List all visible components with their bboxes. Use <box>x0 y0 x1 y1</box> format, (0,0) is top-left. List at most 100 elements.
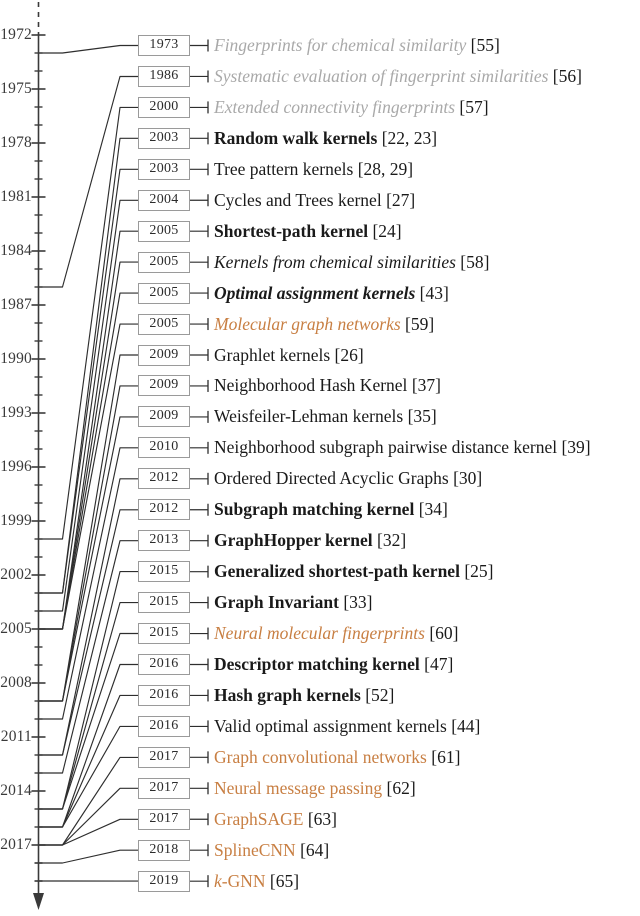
entry-label[interactable]: Random walk kernels [22, 23] <box>214 127 437 150</box>
entry-label[interactable]: Shortest-path kernel [24] <box>214 220 402 243</box>
entry-label[interactable]: Valid optimal assignment kernels [44] <box>214 715 480 738</box>
entry-title: Valid optimal assignment kernels <box>214 715 447 736</box>
entry-year-box[interactable]: 2015 <box>138 623 190 645</box>
entry-label[interactable]: Systematic evaluation of fingerprint sim… <box>214 65 582 88</box>
entry-label[interactable]: Ordered Directed Acyclic Graphs [30] <box>214 467 482 490</box>
entry-year-box[interactable]: 2003 <box>138 158 190 180</box>
entry-reference[interactable]: [27] <box>386 190 415 210</box>
entry-reference[interactable]: [34] <box>419 499 448 519</box>
entry-label[interactable]: Neighborhood subgraph pairwise distance … <box>214 436 591 459</box>
entry-label[interactable]: Neural message passing [62] <box>214 777 416 800</box>
entry-reference[interactable]: [30] <box>453 468 482 488</box>
entry-year-box[interactable]: 1986 <box>138 65 190 87</box>
entry-year-box[interactable]: 2005 <box>138 313 190 335</box>
entry-reference[interactable]: [52] <box>365 685 394 705</box>
entry-label[interactable]: Tree pattern kernels [28, 29] <box>214 158 413 181</box>
entry-year-box[interactable]: 2005 <box>138 282 190 304</box>
entry-year-box[interactable]: 2016 <box>138 715 190 737</box>
entry-year-box[interactable]: 2012 <box>138 499 190 521</box>
entry-label[interactable]: GraphSAGE [63] <box>214 808 337 831</box>
entry-year-box[interactable]: 2004 <box>138 189 190 211</box>
entry-reference[interactable]: [62] <box>387 778 416 798</box>
entry-reference[interactable]: [43] <box>420 283 449 303</box>
entry-label[interactable]: SplineCNN [64] <box>214 839 329 862</box>
entry-title: Weisfeiler-Lehman kernels <box>214 406 404 427</box>
entry-title: Optimal assignment kernels <box>214 282 416 303</box>
entry-reference[interactable]: [32] <box>377 530 406 550</box>
entry-label[interactable]: Extended connectivity fingerprints [57] <box>214 96 489 119</box>
entry-label[interactable]: Molecular graph networks [59] <box>214 313 434 336</box>
entry-year-box[interactable]: 2009 <box>138 406 190 428</box>
entry-reference[interactable]: [37] <box>412 375 441 395</box>
entry-reference[interactable]: [22, 23] <box>382 128 437 148</box>
timeline-row: 2005 Shortest-path kernel [24] <box>0 220 640 245</box>
entry-label[interactable]: Subgraph matching kernel [34] <box>214 498 448 521</box>
entry-label[interactable]: Neighborhood Hash Kernel [37] <box>214 374 441 397</box>
entry-title: Systematic evaluation of fingerprint sim… <box>214 65 549 86</box>
entry-reference[interactable]: [44] <box>451 716 480 736</box>
entry-label[interactable]: Graph Invariant [33] <box>214 591 372 614</box>
entry-year-box[interactable]: 2010 <box>138 437 190 459</box>
timeline-row: 2015 Graph Invariant [33] <box>0 592 640 616</box>
entry-label[interactable]: Generalized shortest-path kernel [25] <box>214 560 493 583</box>
timeline-row: 2017 Graph convolutional networks [61] <box>0 746 640 771</box>
entry-reference[interactable]: [64] <box>300 840 329 860</box>
entry-year-box[interactable]: 2015 <box>138 561 190 583</box>
entry-year-box[interactable]: 2009 <box>138 375 190 397</box>
entry-label[interactable]: Cycles and Trees kernel [27] <box>214 189 415 212</box>
entry-reference[interactable]: [55] <box>471 35 500 55</box>
entry-title: Graphlet kernels <box>214 344 331 365</box>
entry-title: GraphHopper kernel <box>214 530 373 551</box>
entry-reference[interactable]: [59] <box>405 314 434 334</box>
entry-reference[interactable]: [58] <box>460 252 489 272</box>
timeline-row: 1973 Fingerprints for chemical similarity… <box>0 35 640 59</box>
entry-reference[interactable]: [28, 29] <box>358 159 413 179</box>
entry-reference[interactable]: [65] <box>270 871 299 891</box>
entry-reference[interactable]: [25] <box>464 561 493 581</box>
entry-label[interactable]: Weisfeiler-Lehman kernels [35] <box>214 405 437 428</box>
entry-title: Graph Invariant <box>214 592 339 613</box>
entry-reference[interactable]: [56] <box>553 66 582 86</box>
entry-label[interactable]: Kernels from chemical similarities [58] <box>214 251 489 274</box>
entry-reference[interactable]: [60] <box>429 623 458 643</box>
timeline-row: 2005 Kernels from chemical similarities [… <box>0 251 640 276</box>
entry-year-box[interactable]: 2017 <box>138 777 190 799</box>
entry-label[interactable]: k-GNN [65] <box>214 870 299 893</box>
entry-label[interactable]: Fingerprints for chemical similarity [55… <box>214 34 500 57</box>
entry-year-box[interactable]: 2018 <box>138 839 190 861</box>
entry-year-box[interactable]: 2015 <box>138 592 190 614</box>
entry-title-italic-prefix: k <box>214 870 222 891</box>
entry-reference[interactable]: [26] <box>335 345 364 365</box>
entry-year-box[interactable]: 2003 <box>138 127 190 149</box>
entry-label[interactable]: Neural molecular fingerprints [60] <box>214 622 459 645</box>
timeline-row: 2019 k-GNN [65] <box>0 870 640 895</box>
entry-year-box[interactable]: 2017 <box>138 746 190 768</box>
entry-year-box[interactable]: 2009 <box>138 344 190 366</box>
entry-label[interactable]: Graph convolutional networks [61] <box>214 746 460 769</box>
entry-year-box[interactable]: 2013 <box>138 530 190 552</box>
entry-year-box[interactable]: 2005 <box>138 220 190 242</box>
entry-reference[interactable]: [35] <box>408 406 437 426</box>
entry-year-box[interactable]: 2016 <box>138 654 190 675</box>
entry-reference[interactable]: [39] <box>561 437 590 457</box>
entry-label[interactable]: Descriptor matching kernel [47] <box>214 653 453 676</box>
entry-year-box[interactable]: 2016 <box>138 684 190 706</box>
entry-reference[interactable]: [47] <box>424 654 453 674</box>
entry-label[interactable]: GraphHopper kernel [32] <box>214 529 406 552</box>
entry-year-box[interactable]: 2000 <box>138 96 190 118</box>
entry-title: Descriptor matching kernel <box>214 654 420 674</box>
entry-year-box[interactable]: 2012 <box>138 468 190 490</box>
timeline-row: 2005 Optimal assignment kernels [43] <box>0 282 640 307</box>
entry-year-box[interactable]: 1973 <box>138 35 190 56</box>
entry-label[interactable]: Graphlet kernels [26] <box>214 344 364 367</box>
entry-reference[interactable]: [57] <box>459 97 488 117</box>
entry-year-box[interactable]: 2005 <box>138 251 190 273</box>
entry-label[interactable]: Optimal assignment kernels [43] <box>214 282 449 305</box>
entry-label[interactable]: Hash graph kernels [52] <box>214 684 394 707</box>
entry-reference[interactable]: [33] <box>343 592 372 612</box>
entry-reference[interactable]: [61] <box>431 747 460 767</box>
entry-year-box[interactable]: 2017 <box>138 808 190 830</box>
entry-reference[interactable]: [63] <box>308 809 337 829</box>
entry-reference[interactable]: [24] <box>372 221 401 241</box>
entry-year-box[interactable]: 2019 <box>138 870 190 892</box>
